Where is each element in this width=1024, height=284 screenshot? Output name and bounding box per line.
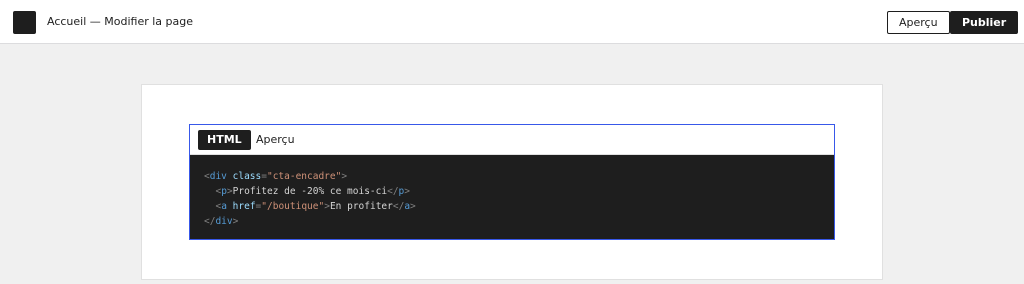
tab-preview[interactable]: Aperçu — [256, 130, 295, 150]
top-toolbar: Accueil — Modifier la page Aperçu Publie… — [0, 0, 1024, 44]
tab-html[interactable]: HTML — [198, 130, 251, 150]
code-line-4: </div> — [204, 216, 239, 227]
publish-button[interactable]: Publier — [950, 11, 1019, 34]
code-line-1: <div class="cta-encadre"> — [204, 171, 348, 182]
code-line-2: <p>Profitez de -20% ce mois-ci</p> — [215, 186, 411, 197]
code-line-3: <a href="/boutique">En profiter</a> — [215, 201, 416, 212]
html-block[interactable]: HTML Aperçu <div class="cta-encadre"> <p… — [189, 124, 835, 240]
code-editor[interactable]: <div class="cta-encadre"> <p>Profitez de… — [204, 169, 416, 229]
page-title: Accueil — Modifier la page — [47, 15, 194, 28]
block-tab-bar: HTML Aperçu — [190, 125, 834, 155]
preview-button[interactable]: Aperçu — [887, 11, 950, 34]
site-logo-icon[interactable] — [13, 11, 36, 34]
